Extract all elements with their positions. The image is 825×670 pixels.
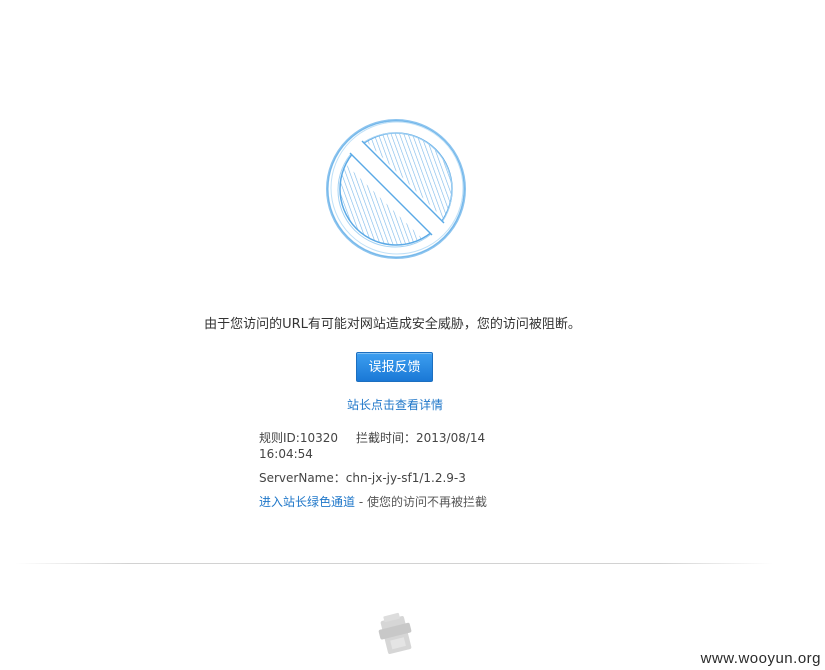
webmaster-details-link[interactable]: 站长点击查看详情 [0,396,790,413]
firewall-logo-icon [378,612,412,654]
watermark-text: www.wooyun.org [700,650,821,667]
block-info: 规则ID:10320 拦截时间：2013/08/14 16:04:54 Serve… [259,430,499,510]
block-message: 由于您访问的URL有可能对网站造成安全威胁，您的访问被阻断。 [204,317,581,332]
server-name: ServerName：chn-jx-jy-sf1/1.2.9-3 [259,471,466,485]
green-channel-link[interactable]: 进入站长绿色通道 [259,495,355,509]
rule-info-row: 规则ID:10320 拦截时间：2013/08/14 16:04:54 [259,430,499,462]
report-false-positive-button[interactable]: 误报反馈 [356,352,433,382]
block-page: 由于您访问的URL有可能对网站造成安全威胁，您的访问被阻断。 误报反馈 站长点击… [0,0,825,670]
prohibited-sign-icon [326,119,466,259]
green-channel-row: 进入站长绿色通道 - 使您的访问不再被拦截 [259,494,499,510]
footer-divider [15,563,773,564]
green-channel-description: - 使您的访问不再被拦截 [355,495,487,509]
rule-id: 规则ID:10320 [259,431,338,445]
